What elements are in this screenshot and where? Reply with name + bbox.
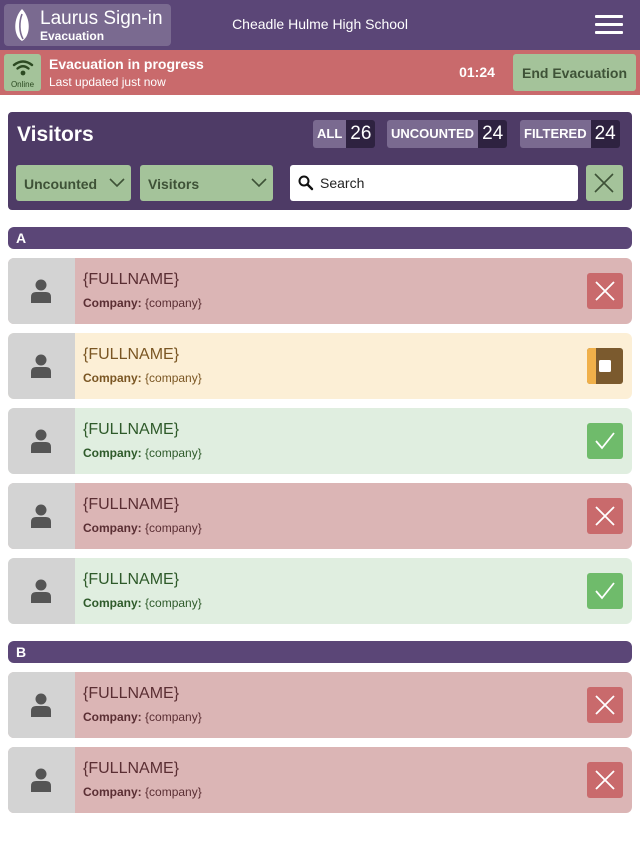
mark-uncounted-button[interactable] — [587, 687, 623, 723]
hamburger-menu-icon[interactable] — [595, 14, 625, 36]
visitor-name: {FULLNAME} — [83, 760, 180, 777]
counter-label: UNCOUNTED — [387, 120, 479, 148]
visitor-row[interactable]: {FULLNAME} Company: {company} — [8, 333, 632, 399]
section-header-b: B — [8, 641, 632, 663]
close-icon — [595, 506, 615, 526]
clear-search-button[interactable] — [586, 165, 623, 201]
app-logo[interactable]: Laurus Sign-in Evacuation — [4, 4, 171, 46]
avatar — [8, 333, 75, 399]
search-input[interactable] — [320, 171, 570, 195]
visitor-row[interactable]: {FULLNAME} Company: {company} — [8, 258, 632, 324]
person-icon — [31, 504, 51, 528]
end-evacuation-button[interactable]: End Evacuation — [513, 54, 636, 91]
type-filter-select[interactable]: Visitors — [140, 165, 273, 201]
mark-uncounted-button[interactable] — [587, 273, 623, 309]
close-icon — [595, 695, 615, 715]
stop-square-icon — [599, 360, 611, 372]
visitor-row[interactable]: {FULLNAME} Company: {company} — [8, 408, 632, 474]
visitor-name: {FULLNAME} — [83, 421, 180, 438]
mark-uncounted-button[interactable] — [587, 762, 623, 798]
visitor-company: Company: {company} — [83, 785, 202, 799]
counter-label: FILTERED — [520, 120, 591, 148]
person-icon — [31, 768, 51, 792]
visitor-name: {FULLNAME} — [83, 496, 180, 513]
counter-filtered[interactable]: FILTERED 24 — [520, 120, 620, 148]
section-letter: B — [16, 644, 27, 660]
visitor-company: Company: {company} — [83, 446, 202, 460]
mark-counted-button[interactable] — [587, 423, 623, 459]
leaf-icon — [15, 9, 29, 41]
counter-value: 24 — [590, 120, 620, 148]
last-updated: Last updated just now — [49, 75, 166, 89]
person-icon — [31, 279, 51, 303]
online-indicator: Online — [4, 54, 41, 91]
close-icon — [595, 770, 615, 790]
avatar — [8, 558, 75, 624]
avatar — [8, 408, 75, 474]
close-icon — [595, 281, 615, 301]
person-icon — [31, 693, 51, 717]
visitor-name: {FULLNAME} — [83, 571, 180, 588]
type-filter-value: Visitors — [148, 176, 200, 192]
app-subtitle: Evacuation — [40, 29, 105, 43]
visitor-company: Company: {company} — [83, 521, 202, 535]
counter-value: 24 — [478, 120, 508, 148]
search-icon — [298, 175, 314, 191]
school-name: Cheadle Hulme High School — [232, 16, 408, 32]
avatar — [8, 258, 75, 324]
visitor-row[interactable]: {FULLNAME} Company: {company} — [8, 558, 632, 624]
visitor-company: Company: {company} — [83, 596, 202, 610]
evacuation-title: Evacuation in progress — [49, 56, 204, 72]
wifi-icon — [12, 60, 34, 76]
top-bar: Laurus Sign-in Evacuation Cheadle Hulme … — [0, 0, 640, 50]
counter-label: ALL — [313, 120, 347, 148]
app-title: Laurus Sign-in — [40, 8, 163, 29]
visitor-name: {FULLNAME} — [83, 346, 180, 363]
avatar — [8, 747, 75, 813]
online-label: Online — [10, 80, 35, 89]
visitor-company: Company: {company} — [83, 710, 202, 724]
visitor-row[interactable]: {FULLNAME} Company: {company} — [8, 747, 632, 813]
checkmark-icon — [595, 432, 615, 450]
visitor-name: {FULLNAME} — [83, 271, 180, 288]
counter-all[interactable]: ALL 26 — [313, 120, 376, 148]
visitor-name: {FULLNAME} — [83, 685, 180, 702]
person-icon — [31, 429, 51, 453]
visitor-company: Company: {company} — [83, 371, 202, 385]
visitor-row[interactable]: {FULLNAME} Company: {company} — [8, 483, 632, 549]
visitor-company: Company: {company} — [83, 296, 202, 310]
visitors-panel: Visitors ALL 26 UNCOUNTED 24 FILTERED 24… — [8, 112, 632, 210]
counter-uncounted[interactable]: UNCOUNTED 24 — [387, 120, 508, 148]
visitor-row[interactable]: {FULLNAME} Company: {company} — [8, 672, 632, 738]
status-filter-value: Uncounted — [24, 176, 98, 192]
avatar — [8, 483, 75, 549]
checkmark-icon — [595, 582, 615, 600]
section-letter: A — [16, 230, 27, 246]
counter-value: 26 — [346, 120, 376, 148]
mark-uncounted-button[interactable] — [587, 498, 623, 534]
person-icon — [31, 354, 51, 378]
evacuation-timer: 01:24 — [459, 64, 495, 80]
search-box — [290, 165, 578, 201]
mark-counted-button[interactable] — [587, 573, 623, 609]
chevron-down-icon — [109, 178, 125, 188]
evacuation-status-bar: Online Evacuation in progress Last updat… — [0, 50, 640, 95]
panel-title: Visitors — [17, 123, 94, 146]
mark-pending-button[interactable] — [587, 348, 623, 384]
status-filter-select[interactable]: Uncounted — [16, 165, 131, 201]
person-icon — [31, 579, 51, 603]
chevron-down-icon — [251, 178, 267, 188]
avatar — [8, 672, 75, 738]
close-icon — [594, 173, 614, 193]
section-header-a: A — [8, 227, 632, 249]
